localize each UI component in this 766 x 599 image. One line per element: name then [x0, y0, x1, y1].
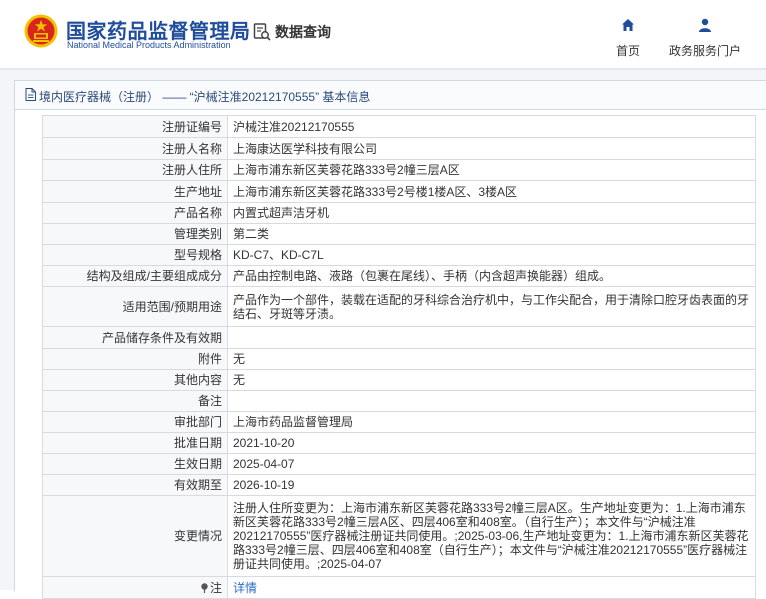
field-label: 注册人名称 [42, 137, 228, 160]
field-value: 详情 [227, 576, 756, 599]
field-label: 适用范围/预期用途 [42, 286, 228, 327]
field-value: 注册人住所变更为：上海市浦东新区芙蓉花路333号2幢三层A区。生产地址变更为：1… [227, 495, 756, 577]
field-value [227, 390, 756, 412]
table-row: 生效日期 2025-04-07 [42, 453, 756, 475]
field-label: 有效期至 [42, 474, 228, 496]
panel-title-bar: 境内医疗器械（注册） —— “沪械注准20212170555” 基本信息 [15, 81, 766, 110]
table-row: 型号规格 KD-C7、KD-C7L [42, 244, 756, 266]
nav-home-label: 首页 [615, 44, 640, 58]
data-query-link[interactable]: 数据查询 [252, 21, 331, 43]
field-value: 上海市药品监督管理局 [227, 411, 756, 433]
table-row: 审批部门 上海市药品监督管理局 [42, 411, 756, 433]
data-query-label: 数据查询 [275, 24, 331, 40]
nav-service-portal[interactable]: 政务服务门户 [663, 18, 747, 59]
table-row: 注册人住所 上海市浦东新区芙蓉花路333号2幢三层A区 [42, 159, 756, 181]
field-value: 产品由控制电路、液路（包裹在尾线）、手柄（内含超声换能器）组成。 [227, 265, 756, 287]
table-row: 变更情况 注册人住所变更为：上海市浦东新区芙蓉花路333号2幢三层A区。生产地址… [42, 495, 756, 577]
field-value: 沪械注准20212170555 [227, 115, 756, 138]
pin-icon [201, 582, 208, 593]
table-row: 附件 无 [42, 348, 756, 370]
table-row: 注册证编号 沪械注准20212170555 [42, 115, 756, 138]
field-label: 备注 [42, 390, 228, 412]
nav-home[interactable]: 首页 [610, 18, 646, 59]
nav-service-portal-label: 政务服务门户 [668, 44, 741, 58]
record-table: 注册证编号 沪械注准20212170555 注册人名称 上海康达医学科技有限公司… [42, 115, 756, 599]
field-value: 2021-10-20 [227, 432, 756, 454]
field-value: 内置式超声洁牙机 [227, 202, 756, 224]
table-row: 管理类别 第二类 [42, 223, 756, 245]
table-row: 注 详情 [42, 576, 756, 599]
field-label: 附件 [42, 348, 228, 370]
field-value: 无 [227, 369, 756, 391]
field-label: 型号规格 [42, 244, 228, 266]
table-row: 结构及组成/主要组成成分 产品由控制电路、液路（包裹在尾线）、手柄（内含超声换能… [42, 265, 756, 287]
document-icon [25, 88, 36, 101]
field-value: 上海市浦东新区芙蓉花路333号2号楼1楼A区、3楼A区 [227, 180, 756, 203]
table-row: 有效期至 2026-10-19 [42, 474, 756, 496]
field-label: 生产地址 [42, 180, 228, 203]
note-label: 注 [209, 580, 222, 595]
field-value: 2025-04-07 [227, 453, 756, 475]
field-label: 其他内容 [42, 369, 228, 391]
table-row: 批准日期 2021-10-20 [42, 432, 756, 454]
field-label: 生效日期 [42, 453, 228, 475]
field-value: KD-C7、KD-C7L [227, 244, 756, 266]
table-row: 生产地址 上海市浦东新区芙蓉花路333号2号楼1楼A区、3楼A区 [42, 180, 756, 203]
field-value: 上海市浦东新区芙蓉花路333号2幢三层A区 [227, 159, 756, 181]
user-icon [699, 18, 711, 32]
table-row: 注册人名称 上海康达医学科技有限公司 [42, 137, 756, 160]
details-link[interactable]: 详情 [233, 581, 257, 595]
field-label-note: 注 [42, 576, 228, 599]
field-value: 产品作为一个部件，装载在适配的牙科综合治疗机中，与工作尖配合，用于清除口腔牙齿表… [227, 286, 756, 327]
field-label: 审批部门 [42, 411, 228, 433]
field-value: 第二类 [227, 223, 756, 245]
table-row: 产品储存条件及有效期 [42, 326, 756, 349]
field-label: 产品储存条件及有效期 [42, 326, 228, 349]
field-label: 管理类别 [42, 223, 228, 245]
table-row: 适用范围/预期用途 产品作为一个部件，装载在适配的牙科综合治疗机中，与工作尖配合… [42, 286, 756, 327]
field-value: 上海康达医学科技有限公司 [227, 137, 756, 160]
field-label: 变更情况 [42, 495, 228, 577]
field-value [227, 326, 756, 349]
table-row: 产品名称 内置式超声洁牙机 [42, 202, 756, 224]
home-icon [622, 19, 634, 31]
field-value: 无 [227, 348, 756, 370]
document-search-icon [253, 23, 271, 41]
site-header: 国家药品监督管理局 National Medical Products Admi… [0, 0, 766, 68]
field-label: 批准日期 [42, 432, 228, 454]
field-label: 结构及组成/主要组成成分 [42, 265, 228, 287]
panel-title: 境内医疗器械（注册） —— “沪械注准20212170555” 基本信息 [39, 90, 371, 104]
field-label: 产品名称 [42, 202, 228, 224]
field-value: 2026-10-19 [227, 474, 756, 496]
table-row: 其他内容 无 [42, 369, 756, 391]
field-label: 注册人住所 [42, 159, 228, 181]
site-logo-subtitle[interactable]: National Medical Products Administration [67, 40, 231, 50]
national-emblem-icon [24, 14, 58, 48]
table-row: 备注 [42, 390, 756, 412]
field-label: 注册证编号 [42, 115, 228, 138]
